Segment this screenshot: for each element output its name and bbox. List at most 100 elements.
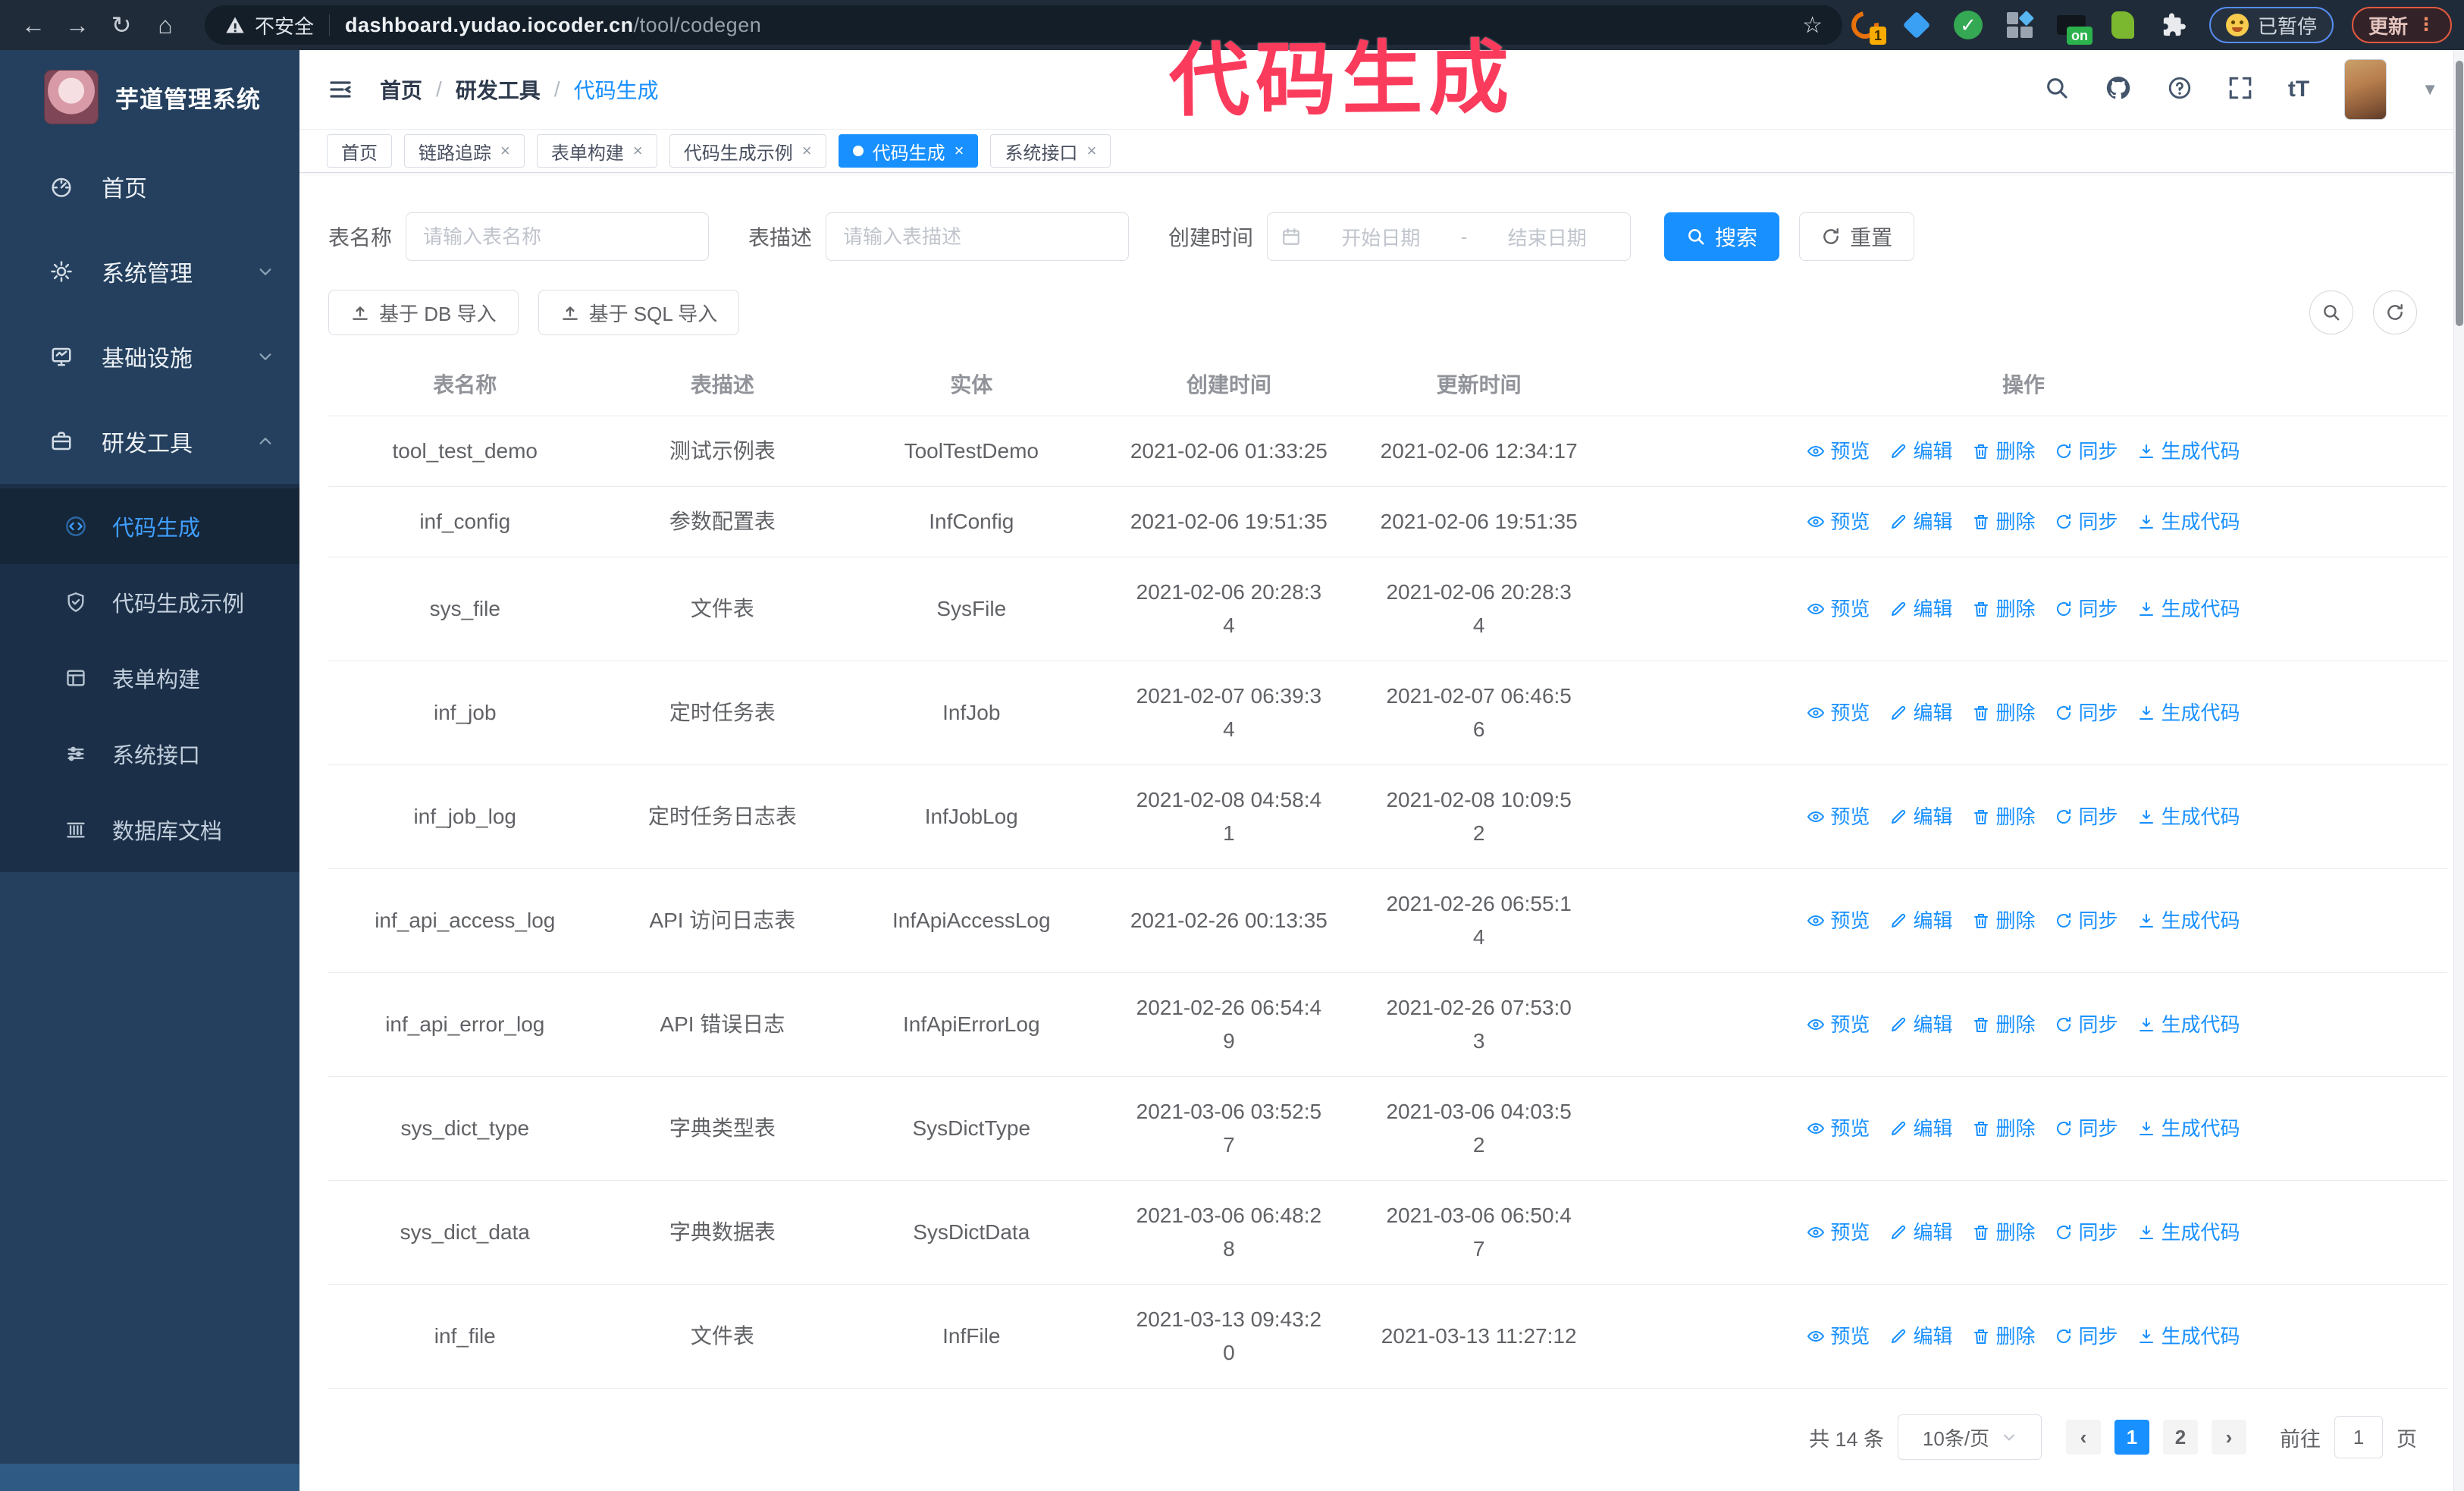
search-icon[interactable] (2044, 75, 2070, 105)
tab-close-icon[interactable]: × (802, 143, 812, 159)
tab-close-icon[interactable]: × (633, 143, 643, 159)
edit-link[interactable]: 编辑 (1889, 1216, 1952, 1249)
sync-link[interactable]: 同步 (2055, 505, 2118, 538)
prev-page-button[interactable]: ‹ (2066, 1420, 2101, 1455)
sidebar-item-home[interactable]: 首页 (0, 144, 299, 229)
tab-tracing[interactable]: 链路追踪 × (404, 134, 525, 168)
tab-codegen-demo[interactable]: 代码生成示例 × (669, 134, 826, 168)
sidebar-item-infra[interactable]: 基础设施 (0, 314, 299, 399)
sync-link[interactable]: 同步 (2055, 1320, 2118, 1353)
extension-orange-icon[interactable]: 1 (1845, 5, 1886, 45)
date-range-picker[interactable]: 开始日期 - 结束日期 (1267, 212, 1632, 261)
page-button-2[interactable]: 2 (2163, 1420, 2198, 1455)
delete-link[interactable]: 删除 (1972, 1112, 2035, 1145)
github-icon[interactable] (2105, 74, 2132, 105)
forward-icon[interactable]: → (61, 8, 94, 42)
delete-link[interactable]: 删除 (1972, 435, 2035, 468)
edit-link[interactable]: 编辑 (1889, 435, 1952, 468)
search-button[interactable]: 搜索 (1664, 212, 1780, 261)
tab-close-icon[interactable]: × (500, 143, 510, 159)
avatar[interactable] (2344, 59, 2387, 120)
back-icon[interactable]: ← (17, 8, 50, 42)
edit-link[interactable]: 编辑 (1889, 1112, 1952, 1145)
sidebar-logo-row[interactable]: 芋道管理系统 (0, 50, 299, 144)
preview-link[interactable]: 预览 (1807, 904, 1870, 937)
delete-link[interactable]: 删除 (1972, 592, 2035, 626)
paused-badge[interactable]: 已暂停 (2209, 7, 2334, 43)
page-size-select[interactable]: 10条/页 (1898, 1414, 2042, 1460)
preview-link[interactable]: 预览 (1807, 435, 1870, 468)
delete-link[interactable]: 删除 (1972, 505, 2035, 538)
tab-home[interactable]: 首页 (327, 134, 392, 168)
collapse-sidebar-button[interactable] (327, 76, 354, 103)
edit-link[interactable]: 编辑 (1889, 505, 1952, 538)
edit-link[interactable]: 编辑 (1889, 904, 1952, 937)
generate-code-link[interactable]: 生成代码 (2137, 592, 2240, 626)
end-date-placeholder[interactable]: 结束日期 (1478, 223, 1616, 251)
generate-code-link[interactable]: 生成代码 (2137, 696, 2240, 730)
sidebar-item-system-api[interactable]: 系统接口 (0, 716, 299, 792)
chevron-down-icon[interactable]: ▼ (2422, 80, 2438, 99)
generate-code-link[interactable]: 生成代码 (2137, 904, 2240, 937)
sync-link[interactable]: 同步 (2055, 592, 2118, 626)
next-page-button[interactable]: › (2212, 1420, 2246, 1455)
preview-link[interactable]: 预览 (1807, 1008, 1870, 1041)
sync-link[interactable]: 同步 (2055, 1112, 2118, 1145)
start-date-placeholder[interactable]: 开始日期 (1312, 223, 1450, 251)
chrome-menu-dots-icon[interactable]: ⋮ (2417, 16, 2435, 34)
extension-gem-icon[interactable] (1900, 8, 1933, 42)
tab-codegen[interactable]: 代码生成 × (838, 134, 979, 168)
edit-link[interactable]: 编辑 (1889, 592, 1952, 626)
edit-link[interactable]: 编辑 (1889, 696, 1952, 730)
generate-code-link[interactable]: 生成代码 (2137, 800, 2240, 833)
generate-code-link[interactable]: 生成代码 (2137, 1008, 2240, 1041)
delete-link[interactable]: 删除 (1972, 1216, 2035, 1249)
scrollbar-thumb[interactable] (2456, 61, 2463, 326)
generate-code-link[interactable]: 生成代码 (2137, 1216, 2240, 1249)
preview-link[interactable]: 预览 (1807, 1112, 1870, 1145)
delete-link[interactable]: 删除 (1972, 1320, 2035, 1353)
sidebar-collapse-bar[interactable] (0, 1464, 299, 1491)
sidebar-item-db-doc[interactable]: 数据库文档 (0, 792, 299, 868)
reset-button[interactable]: 重置 (1799, 212, 1915, 261)
update-button[interactable]: 更新 ⋮ (2351, 7, 2452, 43)
reload-icon[interactable]: ↻ (105, 8, 138, 42)
sync-link[interactable]: 同步 (2055, 1216, 2118, 1249)
breadcrumb-home[interactable]: 首页 (380, 74, 422, 105)
edit-link[interactable]: 编辑 (1889, 800, 1952, 833)
generate-code-link[interactable]: 生成代码 (2137, 1112, 2240, 1145)
delete-link[interactable]: 删除 (1972, 696, 2035, 730)
sidebar-item-codegen-demo[interactable]: 代码生成示例 (0, 564, 299, 640)
home-icon[interactable]: ⌂ (149, 8, 182, 42)
hide-search-button[interactable] (2309, 290, 2353, 334)
scrollbar[interactable] (2453, 50, 2464, 1491)
delete-link[interactable]: 删除 (1972, 800, 2035, 833)
fullscreen-icon[interactable] (2227, 75, 2253, 105)
generate-code-link[interactable]: 生成代码 (2137, 1320, 2240, 1353)
import-sql-button[interactable]: 基于 SQL 导入 (538, 290, 740, 335)
generate-code-link[interactable]: 生成代码 (2137, 505, 2240, 538)
extension-check-icon[interactable]: ✓ (1951, 8, 1985, 42)
generate-code-link[interactable]: 生成代码 (2137, 435, 2240, 468)
preview-link[interactable]: 预览 (1807, 800, 1870, 833)
tab-system-api[interactable]: 系统接口 × (990, 134, 1111, 168)
breadcrumb-devtools[interactable]: 研发工具 (456, 74, 541, 105)
table-desc-input[interactable] (826, 212, 1130, 261)
preview-link[interactable]: 预览 (1807, 696, 1870, 730)
sidebar-item-devtools[interactable]: 研发工具 (0, 399, 299, 484)
help-icon[interactable] (2167, 75, 2193, 105)
bookmark-star-icon[interactable]: ☆ (1802, 12, 1823, 39)
sync-link[interactable]: 同步 (2055, 1008, 2118, 1041)
sync-link[interactable]: 同步 (2055, 800, 2118, 833)
extensions-puzzle-icon[interactable] (2158, 8, 2191, 42)
sync-link[interactable]: 同步 (2055, 696, 2118, 730)
address-bar[interactable]: 不安全 dashboard.yudao.iocoder.cn/tool/code… (205, 5, 1842, 45)
tab-close-icon[interactable]: × (955, 143, 964, 159)
sidebar-item-system[interactable]: 系统管理 (0, 229, 299, 314)
import-db-button[interactable]: 基于 DB 导入 (328, 290, 519, 335)
delete-link[interactable]: 删除 (1972, 904, 2035, 937)
preview-link[interactable]: 预览 (1807, 1320, 1870, 1353)
delete-link[interactable]: 删除 (1972, 1008, 2035, 1041)
page-button-1[interactable]: 1 (2114, 1420, 2149, 1455)
extension-green-icon[interactable] (2106, 8, 2140, 42)
